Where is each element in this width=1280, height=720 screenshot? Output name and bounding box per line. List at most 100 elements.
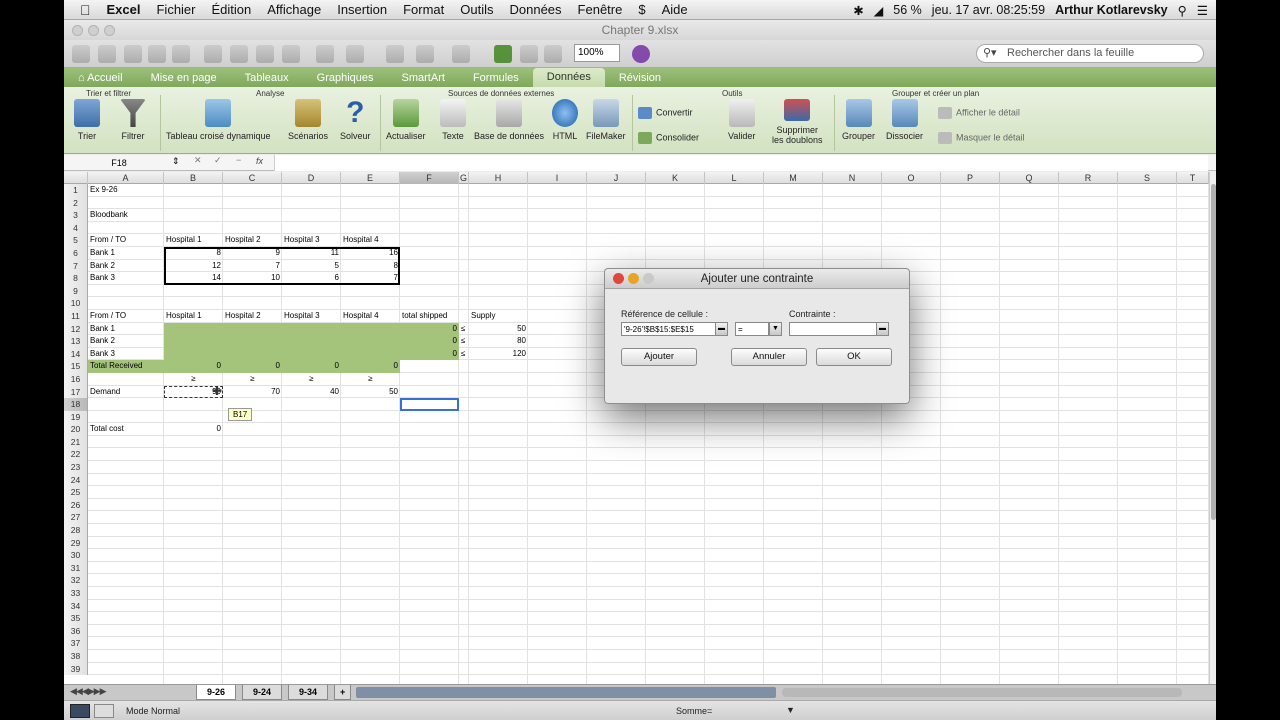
row-header[interactable]: 26: [64, 498, 88, 512]
column-header[interactable]: I: [528, 172, 587, 184]
hospital-header[interactable]: Hospital 1: [164, 234, 223, 247]
worksheet-grid[interactable]: ABCDEFGHIJKLMNOPQRST 1 2 3 4 5 6 7 8 9 10 11 12 13 14…: [64, 172, 1209, 684]
tab-tableaux[interactable]: Tableaux: [231, 72, 303, 84]
menu-edition[interactable]: Édition: [204, 2, 260, 17]
constraint-input[interactable]: [789, 322, 877, 336]
zoom-select[interactable]: 100%: [574, 44, 620, 62]
menu-outils[interactable]: Outils: [452, 2, 501, 17]
enter-formula-icon[interactable]: ✓: [214, 155, 222, 166]
row-header[interactable]: 6: [64, 246, 88, 260]
supply-cell[interactable]: 50: [469, 323, 528, 336]
media-icon[interactable]: [544, 45, 562, 63]
ge-sign[interactable]: ≥: [282, 373, 341, 386]
wifi-icon[interactable]: ◢: [874, 3, 884, 18]
hospital-header[interactable]: Hospital 1: [164, 310, 223, 323]
hospital-header[interactable]: Hospital 3: [282, 234, 341, 247]
add-sheet-button[interactable]: +: [334, 685, 352, 700]
cell-a14[interactable]: Bank 3: [88, 348, 164, 361]
received-cell[interactable]: 0: [223, 360, 282, 373]
hospital-header[interactable]: Hospital 3: [282, 310, 341, 323]
column-header[interactable]: R: [1059, 172, 1118, 184]
tab-smartart[interactable]: SmartArt: [388, 72, 459, 84]
filter-icon[interactable]: [452, 45, 470, 63]
supply-cell[interactable]: 80: [469, 335, 528, 348]
shipped-cell[interactable]: 0: [400, 323, 459, 336]
row-header[interactable]: 12: [64, 322, 88, 336]
cell-a5[interactable]: From / TO: [88, 234, 164, 247]
cell-a20[interactable]: Total cost: [88, 423, 164, 436]
ajouter-button[interactable]: Ajouter: [621, 348, 697, 366]
ge-sign[interactable]: ≥: [341, 373, 400, 386]
menu-aide[interactable]: Aide: [654, 2, 696, 17]
column-header[interactable]: F: [400, 172, 459, 184]
row-header[interactable]: 18: [64, 398, 88, 411]
column-header[interactable]: A: [88, 172, 164, 184]
row-header[interactable]: 35: [64, 612, 88, 625]
cell-a13[interactable]: Bank 2: [88, 335, 164, 348]
row-header[interactable]: 23: [64, 461, 88, 474]
column-header[interactable]: T: [1177, 172, 1209, 184]
cell-a11[interactable]: From / TO: [88, 310, 164, 323]
dissocier-button[interactable]: Dissocier: [886, 99, 923, 141]
afficher-detail-button[interactable]: Afficher le détail: [938, 107, 1020, 119]
operator-dropdown-icon[interactable]: ▼: [769, 322, 782, 336]
convertir-button[interactable]: Convertir: [638, 107, 693, 119]
cut-icon[interactable]: [204, 45, 222, 63]
cell-a17[interactable]: Demand: [88, 386, 164, 399]
total-cost-cell[interactable]: 0: [164, 423, 223, 436]
undo-icon[interactable]: [316, 45, 334, 63]
menu-format[interactable]: Format: [395, 2, 452, 17]
row-header[interactable]: 32: [64, 574, 88, 587]
supprimer-doublons-button[interactable]: Supprimer les doublons: [772, 99, 823, 145]
column-header[interactable]: L: [705, 172, 764, 184]
dialog-zoom-icon[interactable]: [643, 273, 654, 284]
demand-cell[interactable]: 40: [282, 386, 341, 399]
battery-status[interactable]: 56 %: [893, 3, 922, 17]
close-window-button[interactable]: [72, 25, 83, 36]
scenarios-button[interactable]: Scénarios: [288, 99, 328, 141]
row-header[interactable]: 10: [64, 297, 88, 310]
menu-affichage[interactable]: Affichage: [259, 2, 329, 17]
toolbox-icon[interactable]: [520, 45, 538, 63]
tab-graphiques[interactable]: Graphiques: [303, 72, 388, 84]
row-header[interactable]: 8: [64, 272, 88, 285]
cell-a8[interactable]: Bank 3: [88, 272, 164, 285]
row-header[interactable]: 16: [64, 372, 88, 386]
menu-donnees[interactable]: Données: [502, 2, 570, 17]
column-header[interactable]: G: [459, 172, 469, 184]
sheet-tab-9-26[interactable]: 9-26: [196, 685, 237, 700]
menu-insertion[interactable]: Insertion: [329, 2, 395, 17]
row-header[interactable]: 37: [64, 637, 88, 650]
spotlight-icon[interactable]: ⚲: [1178, 3, 1187, 18]
row-header[interactable]: 7: [64, 259, 88, 273]
cell-a15[interactable]: Total Received: [88, 360, 164, 373]
dialog-minimize-icon[interactable]: [628, 273, 639, 284]
function-wizard-icon[interactable]: −: [236, 155, 241, 165]
menu-script-icon[interactable]: $: [630, 2, 653, 17]
valider-button[interactable]: Valider: [728, 99, 755, 141]
column-header[interactable]: O: [882, 172, 941, 184]
row-header[interactable]: 30: [64, 549, 88, 562]
new-icon[interactable]: [72, 45, 90, 63]
vertical-scrollbar[interactable]: [1209, 172, 1216, 684]
formula-input[interactable]: [274, 155, 1208, 171]
open-icon[interactable]: [124, 45, 142, 63]
le-sign[interactable]: ≤: [459, 348, 469, 361]
column-header[interactable]: E: [341, 172, 400, 184]
received-cell[interactable]: 0: [164, 360, 223, 373]
name-box[interactable]: F18: [64, 156, 174, 170]
active-cell-f18[interactable]: [400, 398, 459, 411]
templates-icon[interactable]: [98, 45, 116, 63]
texte-button[interactable]: Texte: [440, 99, 466, 141]
cell-a3[interactable]: Bloodbank: [88, 209, 164, 222]
trier-button[interactable]: Trier: [74, 99, 100, 141]
menu-app-name[interactable]: Excel: [99, 2, 149, 17]
normal-view-icon[interactable]: [70, 704, 90, 718]
row-header[interactable]: 34: [64, 599, 88, 613]
solveur-button[interactable]: ? Solveur: [340, 98, 371, 142]
column-header[interactable]: D: [282, 172, 341, 184]
constraint-collapse-button[interactable]: ▬: [876, 322, 889, 336]
le-sign[interactable]: ≤: [459, 335, 469, 348]
cell-ref-input[interactable]: [621, 322, 717, 336]
dialog-close-icon[interactable]: [613, 273, 624, 284]
